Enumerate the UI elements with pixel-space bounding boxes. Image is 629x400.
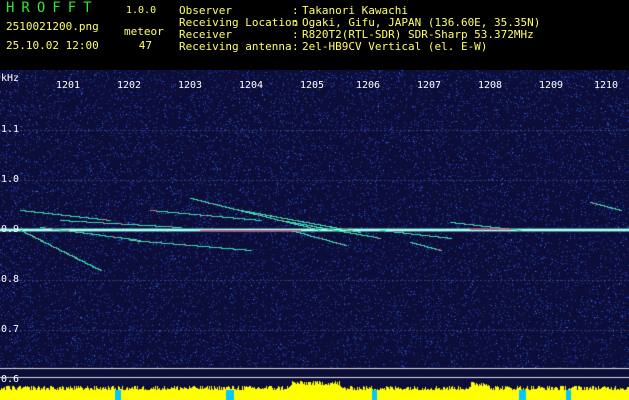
freq-tick: 0.8 [1, 274, 20, 285]
antenna-value: 2el-HB9CV Vertical (el. E-W) [302, 40, 488, 53]
spectrogram [0, 70, 629, 400]
time-tick: 1202 [117, 80, 142, 91]
antenna-label: Receiving antenna [179, 40, 292, 53]
timestamp: 25.10.02 12:00 [6, 39, 99, 52]
header: HROFFT 1.0.0 2510021200.png 25.10.02 12:… [0, 0, 629, 70]
waterfall-display [0, 70, 629, 400]
freq-tick: 0.7 [1, 324, 20, 335]
freq-unit-label: kHz [1, 73, 20, 84]
time-tick: 1205 [300, 80, 325, 91]
antenna-sep: : [292, 40, 299, 53]
freq-tick: 1.0 [1, 174, 20, 185]
time-tick: 1210 [594, 80, 619, 91]
time-tick: 1207 [417, 80, 442, 91]
time-tick: 1208 [478, 80, 503, 91]
app-version: 1.0.0 [126, 5, 157, 16]
meteor-count: 47 [138, 39, 152, 52]
time-tick: 1201 [56, 80, 81, 91]
time-tick: 1209 [539, 80, 564, 91]
time-tick: 1203 [178, 80, 203, 91]
freq-tick: 1.1 [1, 124, 20, 135]
app-logo: HROFFT [6, 0, 99, 16]
time-tick: 1206 [356, 80, 381, 91]
freq-tick: 0.9 [1, 224, 20, 235]
time-tick: 1204 [239, 80, 264, 91]
freq-tick: 0.6 [1, 374, 20, 385]
file-name: 2510021200.png [6, 20, 99, 33]
meteor-label: meteor [124, 25, 164, 38]
